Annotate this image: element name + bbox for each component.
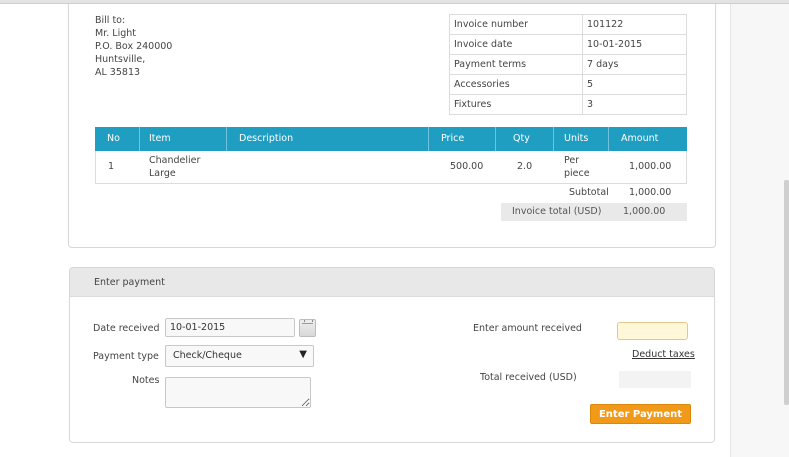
- payment-type-label: Payment type: [93, 351, 159, 362]
- amount-received-label: Enter amount received: [473, 323, 582, 334]
- payment-section-header: Enter payment: [70, 268, 714, 297]
- header-amount: Amount: [621, 133, 659, 144]
- row-units-line1: Per: [564, 155, 580, 166]
- meta-label: Payment terms: [449, 54, 583, 75]
- meta-row: Invoice date 10-01-2015: [449, 34, 687, 55]
- meta-row: Accessories 5: [449, 74, 687, 95]
- meta-label: Accessories: [449, 74, 583, 95]
- meta-label: Invoice date: [449, 34, 583, 55]
- bill-to-state-zip: AL 35813: [95, 67, 141, 78]
- main-panel: Bill to: Mr. Light P.O. Box 240000 Hunts…: [0, 4, 731, 457]
- meta-value: 3: [582, 94, 687, 115]
- notes-textarea[interactable]: [165, 377, 311, 408]
- invoice-meta-table: Invoice number 101122 Invoice date 10-01…: [449, 14, 687, 115]
- payment-card: Enter payment Date received Payment type…: [69, 267, 715, 443]
- subtotal-label: Subtotal: [569, 187, 609, 198]
- invoice-card: Bill to: Mr. Light P.O. Box 240000 Hunts…: [68, 4, 716, 248]
- bill-to-heading: Bill to:: [95, 15, 126, 26]
- enter-payment-button[interactable]: Enter Payment: [590, 404, 691, 424]
- row-no: 1: [108, 161, 115, 172]
- subtotal-value: 1,000.00: [629, 187, 672, 198]
- table-row: 1 Chandelier Large 500.00 2.0 Per piece …: [95, 151, 687, 184]
- bill-to-name: Mr. Light: [95, 28, 136, 39]
- row-price: 500.00: [450, 161, 484, 172]
- meta-value: 101122: [582, 14, 687, 35]
- header-price: Price: [441, 133, 465, 144]
- meta-value: 5: [582, 74, 687, 95]
- header-divider: [608, 127, 609, 151]
- header-qty: Qty: [513, 133, 530, 144]
- invoice-total-label: Invoice total (USD): [512, 206, 602, 217]
- items-table-header: No Item Description Price Qty Units Amou…: [95, 127, 687, 151]
- header-divider: [226, 127, 227, 151]
- row-qty: 2.0: [517, 161, 533, 172]
- date-received-input[interactable]: [165, 318, 295, 337]
- row-item-line1: Chandelier: [149, 155, 201, 166]
- row-item-line2: Large: [149, 168, 176, 179]
- payment-type-value: Check/Cheque: [173, 350, 242, 361]
- scrollbar-thumb[interactable]: [784, 180, 789, 405]
- header-units: Units: [564, 133, 589, 144]
- invoice-total-value: 1,000.00: [623, 206, 666, 217]
- payment-type-select[interactable]: Check/Cheque ▼: [165, 345, 314, 367]
- amount-received-input[interactable]: [617, 322, 688, 340]
- total-received-value: [619, 371, 691, 388]
- meta-row: Payment terms 7 days: [449, 54, 687, 75]
- chevron-down-icon: ▼: [299, 349, 307, 360]
- header-item: Item: [149, 133, 171, 144]
- header-divider: [495, 127, 496, 151]
- header-divider: [553, 127, 554, 151]
- meta-value: 10-01-2015: [582, 34, 687, 55]
- bill-to-city: Huntsville,: [95, 54, 146, 65]
- bill-to-address: P.O. Box 240000: [95, 41, 173, 52]
- header-divider: [428, 127, 429, 151]
- date-received-label: Date received: [93, 323, 160, 334]
- row-amount: 1,000.00: [629, 161, 672, 172]
- meta-value: 7 days: [582, 54, 687, 75]
- header-no: No: [107, 133, 120, 144]
- total-received-label: Total received (USD): [480, 372, 577, 383]
- bill-to-block: Bill to: Mr. Light P.O. Box 240000 Hunts…: [95, 14, 172, 79]
- deduct-taxes-link[interactable]: Deduct taxes: [632, 349, 695, 360]
- meta-label: Invoice number: [449, 14, 583, 35]
- row-units-line2: piece: [564, 168, 590, 179]
- invoice-total-box: Invoice total (USD) 1,000.00: [501, 203, 687, 221]
- meta-row: Invoice number 101122: [449, 14, 687, 35]
- calendar-icon[interactable]: [299, 319, 316, 337]
- header-description: Description: [239, 133, 294, 144]
- scrollbar-track[interactable]: [730, 4, 789, 457]
- meta-row: Fixtures 3: [449, 94, 687, 115]
- payment-section-title: Enter payment: [94, 277, 165, 288]
- header-divider: [139, 127, 140, 151]
- notes-label: Notes: [132, 375, 160, 386]
- meta-label: Fixtures: [449, 94, 583, 115]
